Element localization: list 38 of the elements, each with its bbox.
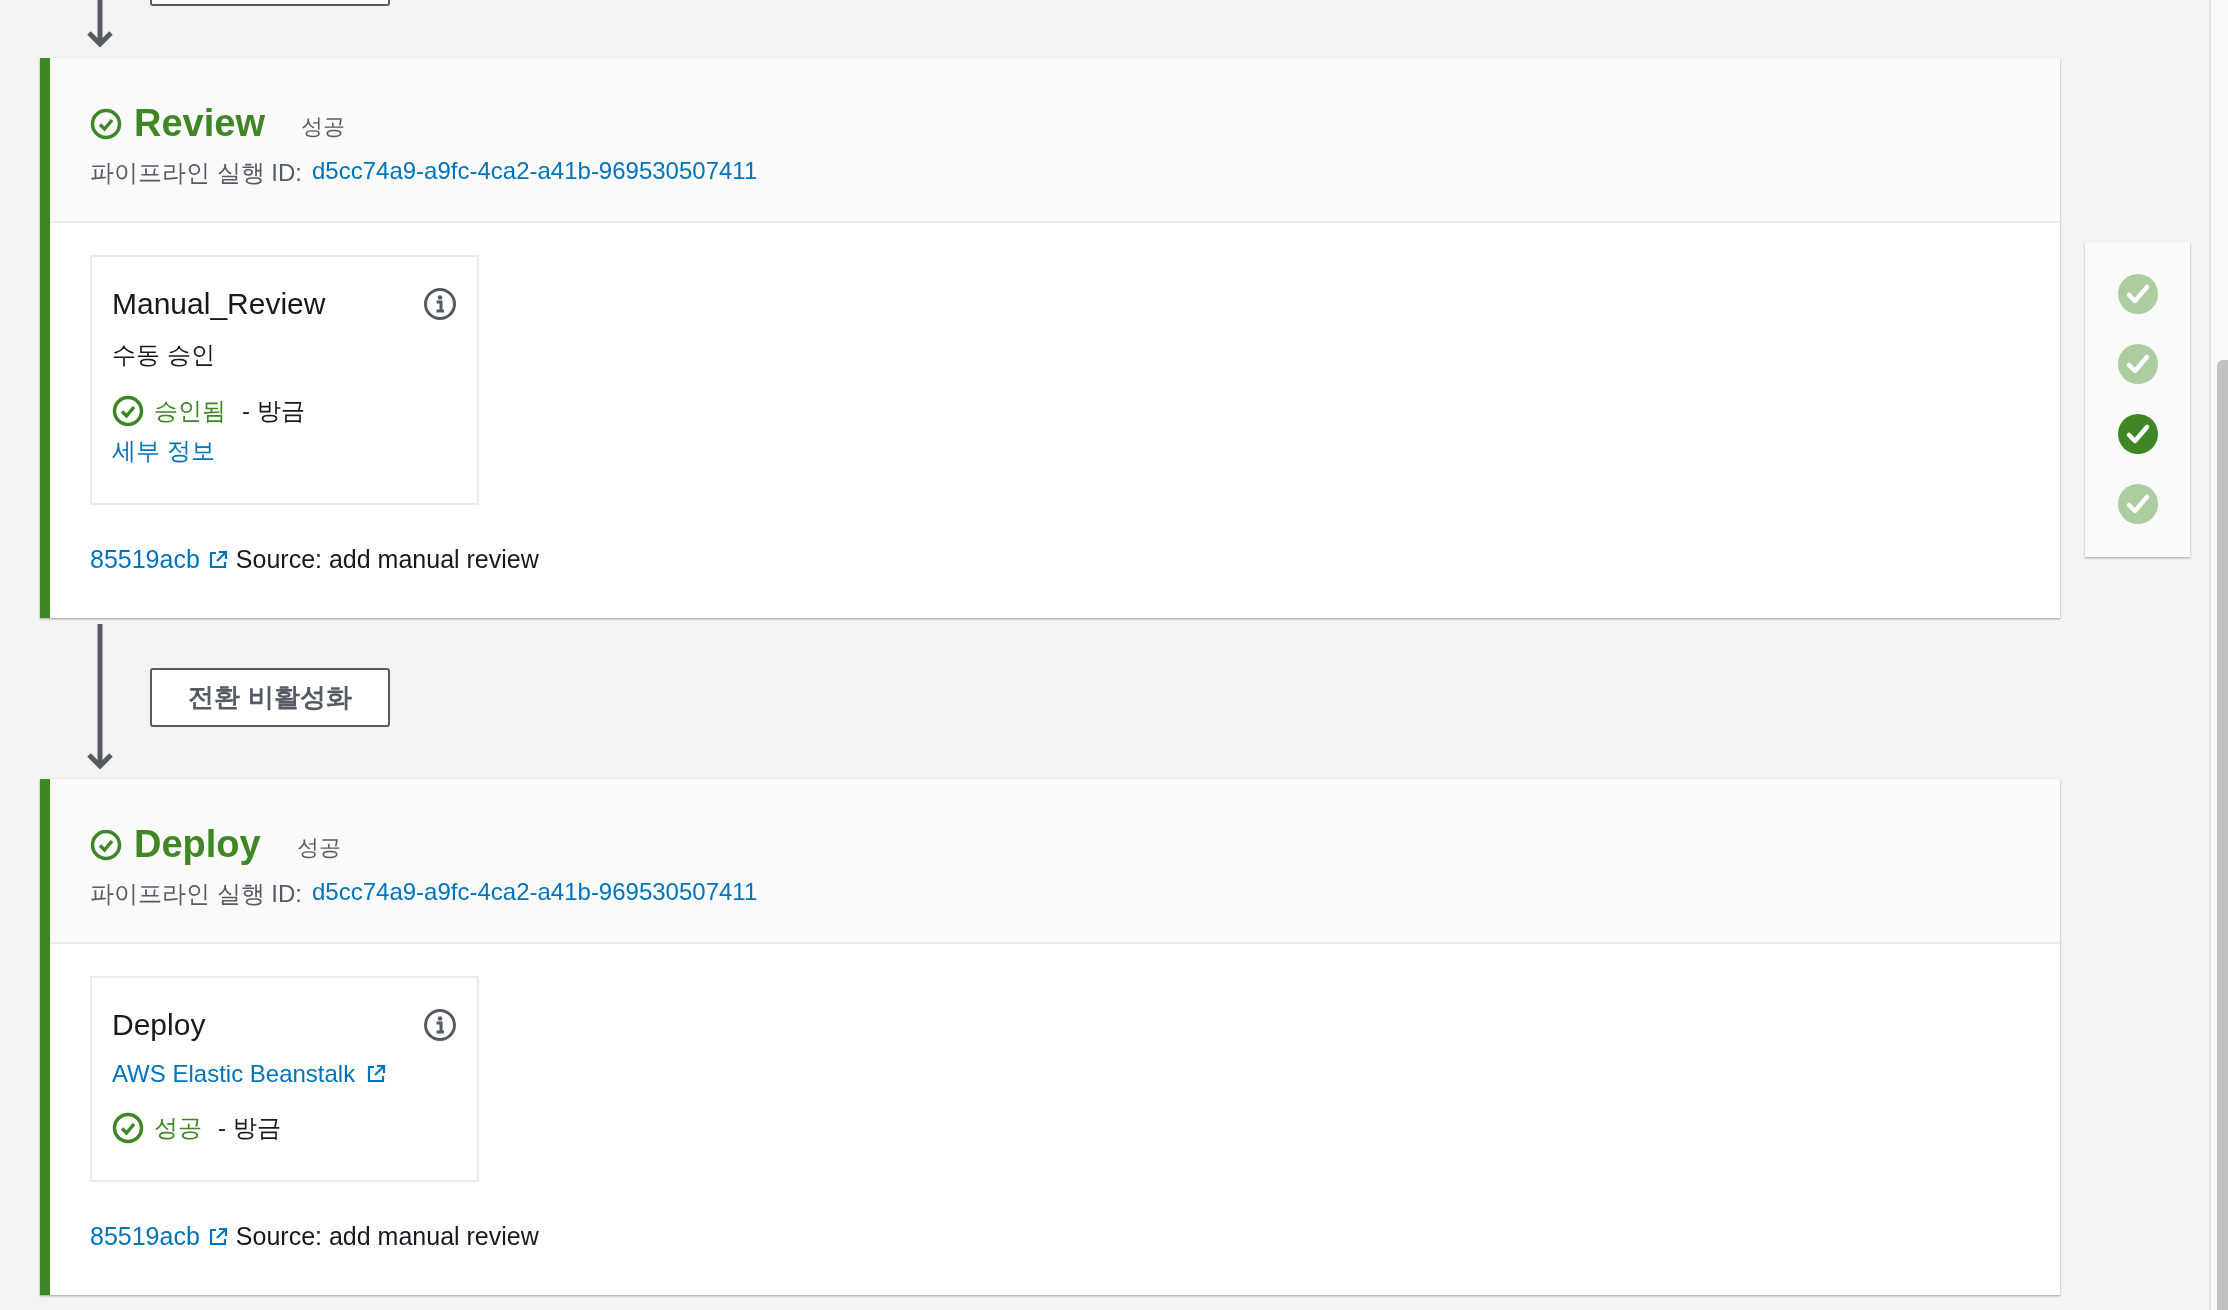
external-link-icon[interactable]	[207, 1226, 228, 1247]
info-icon[interactable]	[423, 287, 457, 321]
external-link-icon[interactable]	[365, 1064, 386, 1084]
execution-id-label: 파이프라인 실행 ID:	[90, 158, 302, 188]
info-icon[interactable]	[423, 1008, 457, 1042]
action-name: Manual_Review	[112, 287, 326, 321]
stage-check-icon[interactable]	[2117, 414, 2158, 454]
stage-check-icon[interactable]	[2117, 484, 2158, 524]
details-link[interactable]: 세부 정보	[112, 435, 215, 467]
action-status: 성공	[154, 1113, 202, 1143]
check-circle-icon	[112, 395, 144, 427]
provider-link[interactable]: AWS Elastic Beanstalk	[112, 1060, 356, 1088]
scrollbar-thumb[interactable]	[2217, 360, 2228, 1310]
action-name: Deploy	[112, 1008, 206, 1042]
provider-label: 수동 승인	[112, 340, 215, 370]
stage-check-icon[interactable]	[2117, 274, 2158, 314]
action-status: 승인됨	[154, 396, 226, 426]
stage-title: Deploy	[134, 823, 261, 866]
check-circle-icon	[112, 1112, 144, 1144]
action-time: - 방금	[242, 396, 305, 426]
down-arrow-icon	[86, 624, 114, 770]
stage-status: 성공	[296, 833, 341, 862]
action-time: - 방금	[218, 1113, 281, 1143]
down-arrow-icon	[86, 0, 114, 48]
commit-message: Source: add manual review	[235, 545, 539, 574]
stage-check-icon[interactable]	[2117, 344, 2158, 384]
commit-message: Source: add manual review	[235, 1222, 539, 1251]
commit-link[interactable]: 85519acb	[90, 545, 200, 574]
execution-id-link[interactable]: d5cc74a9-a9fc-4ca2-a41b-969530507411	[312, 878, 758, 910]
commit-link[interactable]: 85519acb	[90, 1222, 200, 1251]
disable-transition-button[interactable]: 전환 비활성화	[150, 668, 390, 727]
external-link-icon[interactable]	[207, 549, 228, 570]
stage-title: Review	[134, 102, 265, 145]
stage-status: 성공	[300, 112, 345, 141]
execution-id-link[interactable]: d5cc74a9-a9fc-4ca2-a41b-969530507411	[312, 157, 758, 189]
execution-id-label: 파이프라인 실행 ID:	[90, 879, 302, 909]
check-circle-icon	[90, 828, 122, 861]
check-circle-icon	[90, 107, 122, 140]
